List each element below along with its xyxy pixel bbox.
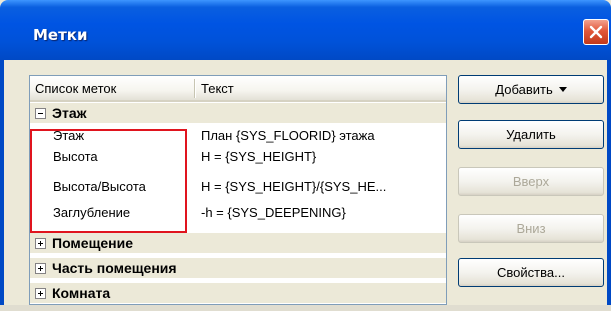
group-row-floor[interactable]: Этаж xyxy=(30,103,446,124)
title-bar[interactable]: Метки xyxy=(0,0,611,60)
group-row-room[interactable]: Помещение xyxy=(30,233,446,254)
item-text: H = {SYS_HEIGHT}/{SYS_HE... xyxy=(201,179,387,194)
expand-icon[interactable] xyxy=(35,263,46,274)
move-down-button[interactable]: Вниз xyxy=(458,214,604,243)
bottom-edge xyxy=(0,305,611,311)
group-label: Этаж xyxy=(52,105,87,121)
group-row-chamber[interactable]: Комната xyxy=(30,283,446,304)
group-label: Комната xyxy=(52,285,111,301)
window-frame-right xyxy=(607,60,611,311)
window-title: Метки xyxy=(33,26,88,44)
expand-icon[interactable] xyxy=(35,238,46,249)
group-label: Помещение xyxy=(52,235,134,251)
column-header-label-list[interactable]: Список меток xyxy=(35,81,116,96)
dropdown-arrow-icon xyxy=(558,87,567,92)
close-icon xyxy=(589,25,603,39)
move-up-button-label: Вверх xyxy=(512,174,550,189)
properties-button-label: Свойства... xyxy=(497,265,565,280)
group-row-room-part[interactable]: Часть помещения xyxy=(30,258,446,279)
close-button[interactable] xyxy=(583,19,609,45)
item-text: План {SYS_FLOORID} этажа xyxy=(201,128,375,143)
item-text: -h = {SYS_DEEPENING} xyxy=(201,205,346,220)
move-down-button-label: Вниз xyxy=(516,221,546,236)
delete-button-label: Удалить xyxy=(506,127,556,142)
properties-button[interactable]: Свойства... xyxy=(458,258,604,287)
list-header: Список меток Текст xyxy=(30,76,446,102)
column-separator[interactable] xyxy=(194,79,196,98)
add-button-label: Добавить xyxy=(495,82,553,97)
column-header-text[interactable]: Текст xyxy=(201,81,234,96)
highlight-frame xyxy=(30,129,187,233)
item-text: H = {SYS_HEIGHT} xyxy=(201,149,317,164)
collapse-icon[interactable] xyxy=(35,108,46,119)
move-up-button[interactable]: Вверх xyxy=(458,167,604,196)
expand-icon[interactable] xyxy=(35,288,46,299)
window-frame-left xyxy=(0,60,4,311)
delete-button[interactable]: Удалить xyxy=(458,120,604,149)
add-button[interactable]: Добавить xyxy=(458,75,604,104)
group-label: Часть помещения xyxy=(52,260,177,276)
labels-dialog: Метки Список меток Текст Этаж Этаж План … xyxy=(0,0,611,311)
